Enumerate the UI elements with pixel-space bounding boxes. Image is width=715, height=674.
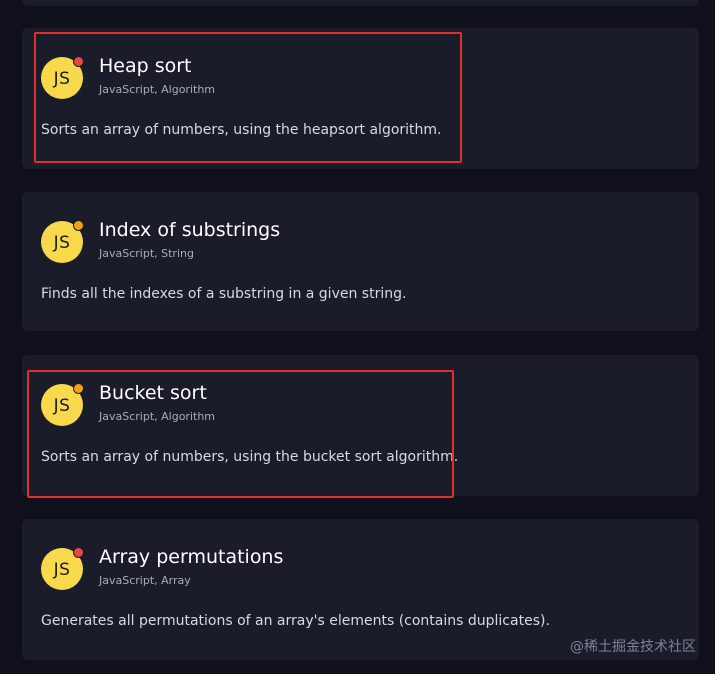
snippet-title[interactable]: Index of substrings [99, 219, 280, 241]
snippet-title[interactable]: Bucket sort [99, 382, 207, 404]
snippet-card-bucket-sort[interactable]: JS Bucket sort JavaScript, Algorithm Sor… [22, 355, 699, 496]
snippet-description: Finds all the indexes of a substring in … [41, 286, 407, 302]
status-dot-icon [73, 383, 84, 394]
snippet-card-heap-sort[interactable]: JS Heap sort JavaScript, Algorithm Sorts… [22, 28, 699, 169]
javascript-icon-label: JS [53, 560, 71, 580]
snippet-tags: JavaScript, Algorithm [99, 83, 216, 96]
snippet-tags: JavaScript, Array [99, 574, 191, 587]
snippet-list-page: JS Heap sort JavaScript, Algorithm Sorts… [0, 0, 715, 674]
javascript-icon-label: JS [53, 396, 71, 416]
javascript-icon-label: JS [53, 233, 71, 253]
snippet-description: Sorts an array of numbers, using the buc… [41, 449, 459, 465]
snippet-title[interactable]: Array permutations [99, 546, 283, 568]
status-dot-icon [73, 547, 84, 558]
javascript-icon: JS [41, 56, 84, 99]
javascript-icon: JS [41, 220, 84, 263]
snippet-description: Sorts an array of numbers, using the hea… [41, 122, 442, 138]
snippet-description: Generates all permutations of an array's… [41, 613, 550, 629]
previous-card-edge [22, 0, 699, 6]
watermark-text: @稀土掘金技术社区 [570, 639, 696, 655]
javascript-icon-label: JS [53, 69, 71, 89]
javascript-icon: JS [41, 383, 84, 426]
snippet-card-index-of-substrings[interactable]: JS Index of substrings JavaScript, Strin… [22, 192, 699, 331]
snippet-tags: JavaScript, Algorithm [99, 410, 216, 423]
status-dot-icon [73, 56, 84, 67]
snippet-title[interactable]: Heap sort [99, 55, 192, 77]
snippet-tags: JavaScript, String [99, 247, 194, 260]
status-dot-icon [73, 220, 84, 231]
javascript-icon: JS [41, 547, 84, 590]
